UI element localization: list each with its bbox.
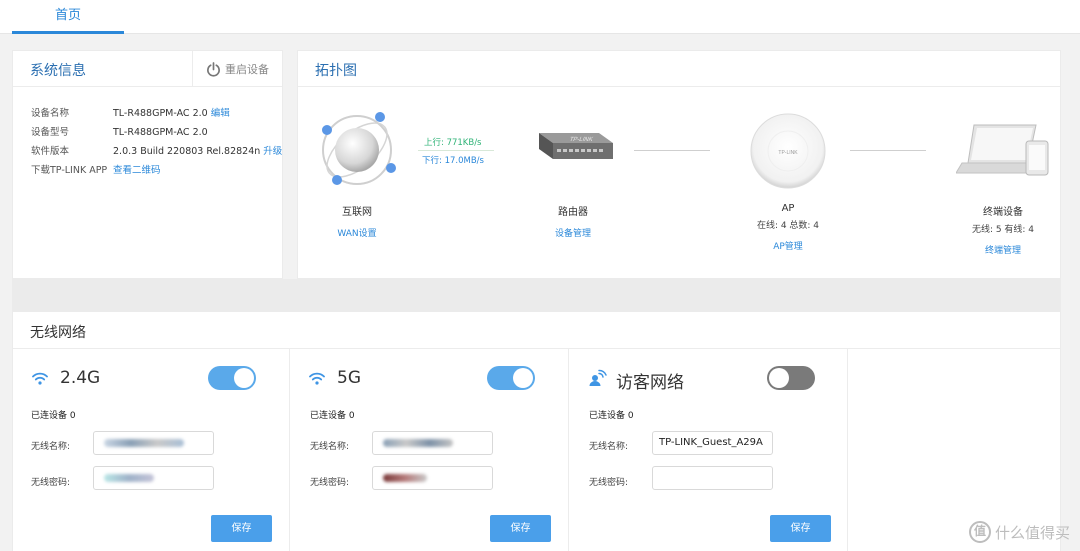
- terminal-label: 终端设备: [983, 207, 1023, 218]
- ap-management-link[interactable]: AP管理: [738, 239, 838, 252]
- toggle-knob: [513, 368, 533, 388]
- info-row-device-name: 设备名称 TL-R488GPM-AC 2.0 编辑: [31, 105, 230, 119]
- info-label: 设备名称: [31, 108, 70, 119]
- wireless-panel: 无线网络 2.4G 已连设备 0 无线名称: 无线密码: 保存 5G 已连设备 …: [12, 311, 1061, 551]
- wifi-icon: [32, 372, 48, 385]
- redacted-password: [104, 474, 154, 482]
- password-label: 无线密码:: [31, 478, 71, 488]
- terminal-management-link[interactable]: 终端管理: [953, 243, 1053, 256]
- guest-network-icon: [589, 369, 607, 386]
- ap-status: 在线: 4 总数: 4: [756, 221, 820, 231]
- wifi-icon: [309, 372, 325, 385]
- watermark-text: 什么值得买: [994, 523, 1070, 542]
- internet-label: 互联网: [342, 207, 372, 218]
- reboot-label: 重启设备: [225, 63, 269, 76]
- toggle-knob: [769, 368, 789, 388]
- guest-network-toggle[interactable]: [767, 366, 815, 390]
- wifi-card-5g: 5G 已连设备 0 无线名称: 无线密码: 保存: [290, 349, 569, 551]
- device-management-link[interactable]: 设备管理: [532, 226, 614, 239]
- wireless-title: 无线网络: [30, 325, 86, 341]
- ap-label: AP: [781, 203, 795, 214]
- terminal-status: 无线: 5 有线: 4: [971, 225, 1035, 235]
- toggle-knob: [234, 368, 254, 388]
- password-input[interactable]: [652, 466, 773, 490]
- router-brand-text: TP-LINK: [568, 136, 594, 143]
- ssid-label: 无线名称:: [31, 442, 71, 452]
- router-ap-line: [634, 150, 710, 151]
- password-input[interactable]: [372, 466, 493, 490]
- wifi-2-4g-toggle[interactable]: [208, 366, 256, 390]
- password-input[interactable]: [93, 466, 214, 490]
- topology-header: 拓扑图: [298, 51, 1060, 87]
- redacted-ssid: [383, 439, 453, 447]
- wifi-card-guest: 访客网络 已连设备 0 无线名称: TP-LINK_Guest_A29A 无线密…: [569, 349, 848, 551]
- system-info-header: 系统信息 重启设备: [13, 51, 282, 87]
- watermark: 值 什么值得买: [968, 521, 1070, 543]
- section-divider: [12, 279, 1061, 311]
- internet-node: 互联网 WAN设置: [316, 203, 398, 239]
- router-node: 路由器 设备管理: [532, 203, 614, 239]
- ap-node: AP 在线: 4 总数: 4 AP管理: [738, 203, 838, 252]
- band-title: 5G: [337, 368, 361, 388]
- info-row-app: 下载TP-LINK APP 查看二维码: [31, 162, 161, 176]
- router-label: 路由器: [558, 207, 588, 218]
- redacted-password: [383, 474, 427, 482]
- redacted-ssid: [104, 439, 184, 447]
- save-button[interactable]: 保存: [770, 515, 831, 542]
- top-nav-bar: 首页: [0, 0, 1080, 34]
- info-label: 软件版本: [31, 146, 70, 157]
- wan-link-line: [418, 150, 494, 151]
- wifi-card-2-4g: 2.4G 已连设备 0 无线名称: 无线密码: 保存: [13, 349, 290, 551]
- tab-home[interactable]: 首页: [12, 0, 124, 34]
- band-title: 访客网络: [616, 373, 684, 393]
- connected-count: 已连设备 0: [589, 411, 634, 421]
- connected-count: 已连设备 0: [31, 411, 76, 421]
- band-title: 2.4G: [60, 368, 101, 388]
- password-label: 无线密码:: [589, 478, 629, 488]
- ssid-input[interactable]: [372, 431, 493, 455]
- qr-code-link[interactable]: 查看二维码: [113, 165, 161, 176]
- save-button[interactable]: 保存: [490, 515, 551, 542]
- terminal-node: 终端设备 无线: 5 有线: 4 终端管理: [953, 203, 1053, 256]
- topology-panel: 拓扑图 上行: 771KB/s 下行: 17.0MB/s TP-LINK TP-…: [297, 50, 1061, 279]
- upgrade-link[interactable]: 升级: [263, 146, 282, 157]
- edit-name-link[interactable]: 编辑: [211, 108, 230, 119]
- system-info-panel: 系统信息 重启设备 设备名称 TL-R488GPM-AC 2.0 编辑 设备型号 TL…: [12, 50, 283, 279]
- ssid-label: 无线名称:: [589, 442, 629, 452]
- internet-globe-icon: [322, 112, 396, 185]
- info-label: 设备型号: [31, 127, 70, 138]
- router-icon: TP-LINK: [539, 133, 613, 159]
- ap-icon: TP-LINK: [750, 113, 826, 189]
- terminal-devices-icon: [956, 124, 1049, 176]
- ap-brand-text: TP-LINK: [778, 150, 798, 156]
- ssid-input[interactable]: [93, 431, 214, 455]
- download-rate: 下行: 17.0MB/s: [422, 156, 484, 166]
- ssid-value: TP-LINK_Guest_A29A: [659, 437, 763, 448]
- reboot-button[interactable]: 重启设备: [192, 51, 282, 87]
- save-button[interactable]: 保存: [211, 515, 272, 542]
- ap-terminal-line: [850, 150, 926, 151]
- info-row-model: 设备型号 TL-R488GPM-AC 2.0: [31, 124, 208, 138]
- wan-settings-link[interactable]: WAN设置: [316, 226, 398, 239]
- topology-title: 拓扑图: [315, 63, 357, 79]
- info-value: 2.0.3 Build 220803 Rel.82824n: [113, 146, 261, 157]
- ssid-input[interactable]: TP-LINK_Guest_A29A: [652, 431, 773, 455]
- watermark-badge: 值: [968, 521, 991, 543]
- upload-rate: 上行: 771KB/s: [424, 138, 482, 148]
- wireless-header: 无线网络: [13, 312, 1060, 349]
- info-value: TL-R488GPM-AC 2.0: [113, 108, 208, 119]
- info-row-firmware: 软件版本 2.0.3 Build 220803 Rel.82824n 升级: [31, 143, 282, 157]
- power-icon: [207, 61, 220, 77]
- connected-count: 已连设备 0: [310, 411, 355, 421]
- info-value: TL-R488GPM-AC 2.0: [113, 127, 208, 138]
- system-info-title: 系统信息: [30, 63, 86, 79]
- info-label: 下载TP-LINK APP: [31, 165, 108, 176]
- ssid-label: 无线名称:: [310, 442, 350, 452]
- password-label: 无线密码:: [310, 478, 350, 488]
- wifi-5g-toggle[interactable]: [487, 366, 535, 390]
